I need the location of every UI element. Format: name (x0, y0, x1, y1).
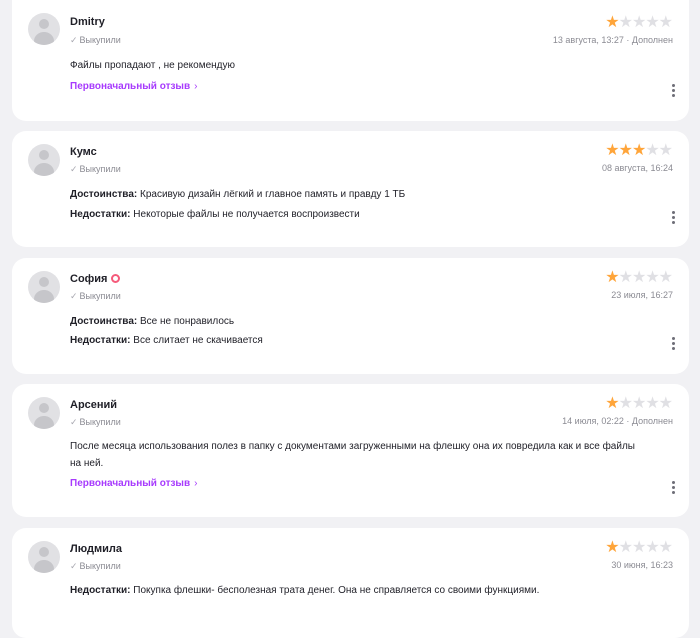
bought-label: ✓ Выкупили (70, 561, 121, 571)
review-card: Кумс ✓ Выкупили ★★★★★ 08 августа, 16:24 Д… (12, 131, 689, 247)
review-pros: Достоинства: Красивую дизайн лёгкий и гл… (70, 189, 406, 200)
star-icon: ★ (658, 14, 673, 31)
check-icon: ✓ (70, 164, 78, 174)
original-review-link[interactable]: Первоначальный отзыв › (70, 478, 197, 489)
star-icon: ★ (658, 395, 673, 412)
avatar (28, 271, 60, 303)
star-icon: ★ (645, 539, 660, 556)
review-date: 23 июля, 16:27 (611, 290, 673, 300)
reviewer-name[interactable]: Кумс (70, 146, 97, 158)
avatar (28, 397, 60, 429)
bought-label: ✓ Выкупили (70, 291, 121, 301)
star-icon: ★ (658, 539, 673, 556)
check-icon: ✓ (70, 35, 78, 45)
review-card: Арсений ✓ Выкупили ★★★★★ 14 июля, 02:22 ·… (12, 384, 689, 517)
original-review-link[interactable]: Первоначальный отзыв › (70, 81, 197, 92)
review-date: 08 августа, 16:24 (601, 163, 673, 173)
review-cons: Недостатки: Все слитает не скачивается (70, 335, 263, 346)
review-cons: Недостатки: Покупка флешки- бесполезная … (70, 585, 540, 596)
rating-stars: ★★★★★ (605, 269, 673, 287)
badge-icon (111, 274, 121, 283)
star-icon: ★ (605, 395, 620, 412)
rating-stars: ★★★★★ (605, 142, 673, 160)
bought-label: ✓ Выкупили (70, 417, 121, 427)
review-pros: Достоинства: Все не понравилось (70, 316, 235, 327)
chevron-right-icon: › (194, 478, 198, 489)
bought-label: ✓ Выкупили (70, 35, 121, 45)
avatar (28, 13, 60, 45)
review-date: 30 июня, 16:23 (611, 560, 673, 570)
review-card: Dmitry ✓ Выкупили ★★★★★ 13 августа, 13:27… (12, 0, 689, 121)
star-icon: ★ (658, 142, 673, 159)
star-icon: ★ (618, 14, 633, 31)
rating-stars: ★★★★★ (605, 539, 673, 557)
more-vertical-icon[interactable] (671, 335, 675, 352)
more-vertical-icon[interactable] (671, 479, 675, 496)
avatar (28, 144, 60, 176)
check-icon: ✓ (70, 561, 78, 571)
review-text: Файлы пропадают , не рекомендую (70, 60, 235, 71)
reviewer-name[interactable]: Людмила (70, 543, 122, 555)
bought-label: ✓ Выкупили (70, 164, 121, 174)
star-icon: ★ (658, 269, 673, 286)
reviewer-name[interactable]: София (70, 273, 121, 285)
star-icon: ★ (645, 14, 660, 31)
chevron-right-icon: › (194, 81, 198, 92)
star-icon: ★ (618, 269, 633, 286)
star-icon: ★ (605, 142, 620, 159)
rating-stars: ★★★★★ (605, 395, 673, 413)
review-text: После месяца использования полез в папку… (70, 441, 635, 469)
avatar (28, 541, 60, 573)
star-icon: ★ (605, 539, 620, 556)
check-icon: ✓ (70, 291, 78, 301)
review-date: 14 июля, 02:22 · Дополнен (562, 416, 673, 426)
review-cons: Недостатки: Некоторые файлы не получаетс… (70, 209, 360, 220)
star-icon: ★ (605, 14, 620, 31)
rating-stars: ★★★★★ (605, 14, 673, 32)
star-icon: ★ (645, 395, 660, 412)
star-icon: ★ (618, 142, 633, 159)
star-icon: ★ (645, 269, 660, 286)
review-card: Людмила ✓ Выкупили ★★★★★ 30 июня, 16:23 Н… (12, 528, 689, 638)
review-card: София ✓ Выкупили ★★★★★ 23 июля, 16:27 Дос… (12, 258, 689, 374)
star-icon: ★ (618, 395, 633, 412)
more-vertical-icon[interactable] (671, 209, 675, 226)
check-icon: ✓ (70, 417, 78, 427)
more-vertical-icon[interactable] (671, 82, 675, 99)
star-icon: ★ (645, 142, 660, 159)
star-icon: ★ (618, 539, 633, 556)
star-icon: ★ (605, 269, 620, 286)
reviewer-name[interactable]: Арсений (70, 399, 117, 411)
reviewer-name[interactable]: Dmitry (70, 16, 105, 28)
review-date: 13 августа, 13:27 · Дополнен (552, 35, 673, 45)
